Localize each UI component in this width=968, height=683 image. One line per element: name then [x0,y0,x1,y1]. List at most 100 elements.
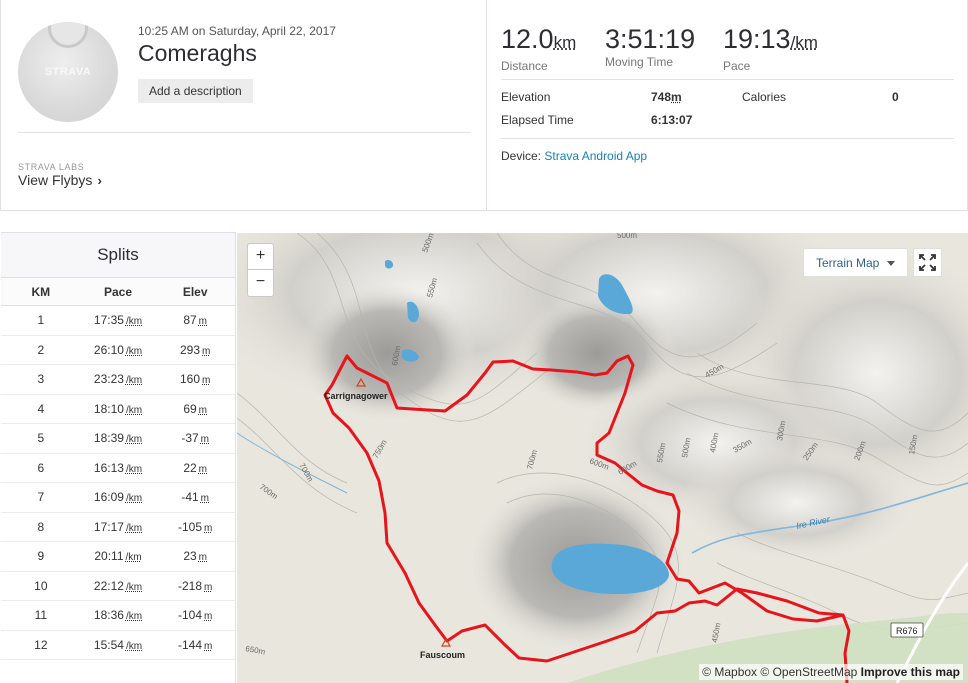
terrain-map-label: Terrain Map [816,256,880,270]
split-pace: 15:54/km [81,631,156,660]
pace-label: Pace [723,59,751,73]
split-pace-unit: /km [125,552,142,563]
view-flybys-link[interactable]: View Flybys › [18,172,102,188]
split-elev: 160 m [155,365,235,394]
split-pace: 22:12/km [81,572,156,601]
split-elev-value: 23 [183,549,197,563]
split-pace: 23:23/km [81,365,156,394]
add-description-button[interactable]: Add a description [138,79,253,103]
split-elev-value: -41 [181,490,199,504]
split-pace-unit: /km [125,404,143,416]
splits-title: Splits [1,232,235,278]
pace-value: 19:13 [723,24,791,54]
split-row[interactable]: 7 16:09/km -41 m [1,483,235,513]
split-pace-unit: /km [125,522,143,534]
split-km: 1 [37,313,45,327]
split-row[interactable]: 9 20:11/km 23 m [1,542,235,572]
split-elev: 293 m [155,336,235,365]
split-km: 7 [37,490,45,504]
place-carrignagower: Carrignagower [324,391,388,401]
zoom-in-button[interactable]: + [247,243,274,270]
strava-logo: STRAVA [44,66,92,78]
stat-pace: 19:13/km Pace [723,22,818,72]
split-pace-unit: /km [125,316,143,327]
split-km: 5 [37,431,45,445]
split-pace-value: 23:23 [93,372,124,386]
stat-distance: 12.0km Distance [501,22,576,72]
split-elev: -105 m [155,513,235,542]
split-km: 2 [37,342,45,357]
caret-down-icon [887,261,896,267]
split-pace-unit: /km [125,375,143,386]
split-row[interactable]: 10 22:12/km -218 m [1,572,235,601]
osm-attribution-link[interactable]: © OpenStreetMap [760,665,857,679]
split-pace: 16:13/km [81,454,156,483]
device-link[interactable]: Strava Android App [544,149,647,163]
moving-time-label: Moving Time [605,55,674,69]
summary-stats: 12.0km Distance 3:51:19 Moving Time 19:1… [488,0,968,210]
map-attribution: © Mapbox © OpenStreetMap Improve this ma… [699,664,963,680]
device-label: Device: [501,149,542,163]
split-elev-unit: m [204,611,213,622]
split-pace: 16:09/km [81,483,156,512]
splits-table-body: 1 17:35/km 87 m 2 26:10/km 293 m 3 23:23/km 160 m 4 1… [1,306,235,660]
split-row[interactable]: 3 23:23/km 160 m [1,365,235,395]
distance-label: Distance [501,59,548,73]
calories-label: Calories [742,90,787,104]
split-row[interactable]: 2 26:10/km 293 m [1,336,235,365]
split-row[interactable]: 5 18:39/km -37 m [1,424,235,454]
avatar-jersey-collar [48,22,88,48]
split-elev-unit: m [202,375,211,386]
distance-value: 12.0 [501,24,554,54]
split-row[interactable]: 12 15:54/km -144 m [1,631,235,660]
calories-value: 0 [892,90,899,104]
split-elev-value: 69 [183,401,197,416]
road-label: R676 [896,626,918,636]
terrain-shade [677,443,917,563]
terrain-shade-dark [297,283,477,423]
terrain-map-canvas: Carrignagower Fauscoum Ire River 500m 55… [237,233,968,683]
split-pace: 17:17/km [81,513,156,542]
split-elev: 87 m [155,306,235,335]
athlete-avatar[interactable]: STRAVA [18,22,118,122]
split-pace: 20:11/km [81,542,156,571]
split-pace-value: 17:35 [93,313,124,327]
split-km: 11 [34,608,48,622]
split-pace-value: 26:10 [93,342,124,357]
split-elev-unit: m [198,404,208,416]
improve-map-link[interactable]: Improve this map [861,665,960,679]
split-elev-value: -37 [181,431,199,445]
split-row[interactable]: 4 18:10/km 69 m [1,395,235,424]
elevation-number: 748 [651,90,672,104]
split-pace-unit: /km [125,463,143,475]
splits-header-row: KM Pace Elev [1,278,235,306]
fullscreen-button[interactable] [913,248,942,277]
activity-datetime: 10:25 AM on Saturday, April 22, 2017 [138,24,336,38]
terrain-map-dropdown[interactable]: Terrain Map [803,248,909,277]
chevron-right-icon: › [97,173,102,188]
splits-panel: Splits KM Pace Elev 1 17:35/km 87 m 2 26:10/k… [1,232,236,683]
fullscreen-icon [919,254,936,271]
split-km: 6 [37,460,45,475]
zoom-out-button[interactable]: − [247,270,274,297]
divider [501,138,954,139]
elevation-unit: m [671,90,682,104]
split-row[interactable]: 8 17:17/km -105 m [1,513,235,542]
split-pace: 18:39/km [81,424,156,453]
split-row[interactable]: 6 16:13/km 22 m [1,454,235,483]
mapbox-attribution-link[interactable]: © Mapbox [702,665,757,679]
distance-unit: km [553,33,577,52]
split-km: 9 [37,549,45,563]
split-pace-unit: /km [125,345,143,357]
split-row[interactable]: 1 17:35/km 87 m [1,306,235,336]
elevation-value: 748m [651,90,682,104]
moving-time-value: 3:51:19 [605,24,696,54]
split-pace-unit: /km [125,493,143,504]
route-map[interactable]: Carrignagower Fauscoum Ire River 500m 55… [237,233,968,683]
split-pace-value: 17:17 [93,519,124,534]
split-row[interactable]: 11 18:36/km -104 m [1,601,235,631]
split-pace-value: 22:12 [93,578,124,593]
split-km: 3 [37,372,45,386]
split-elev-unit: m [204,640,213,652]
split-elev: 69 m [155,395,235,424]
